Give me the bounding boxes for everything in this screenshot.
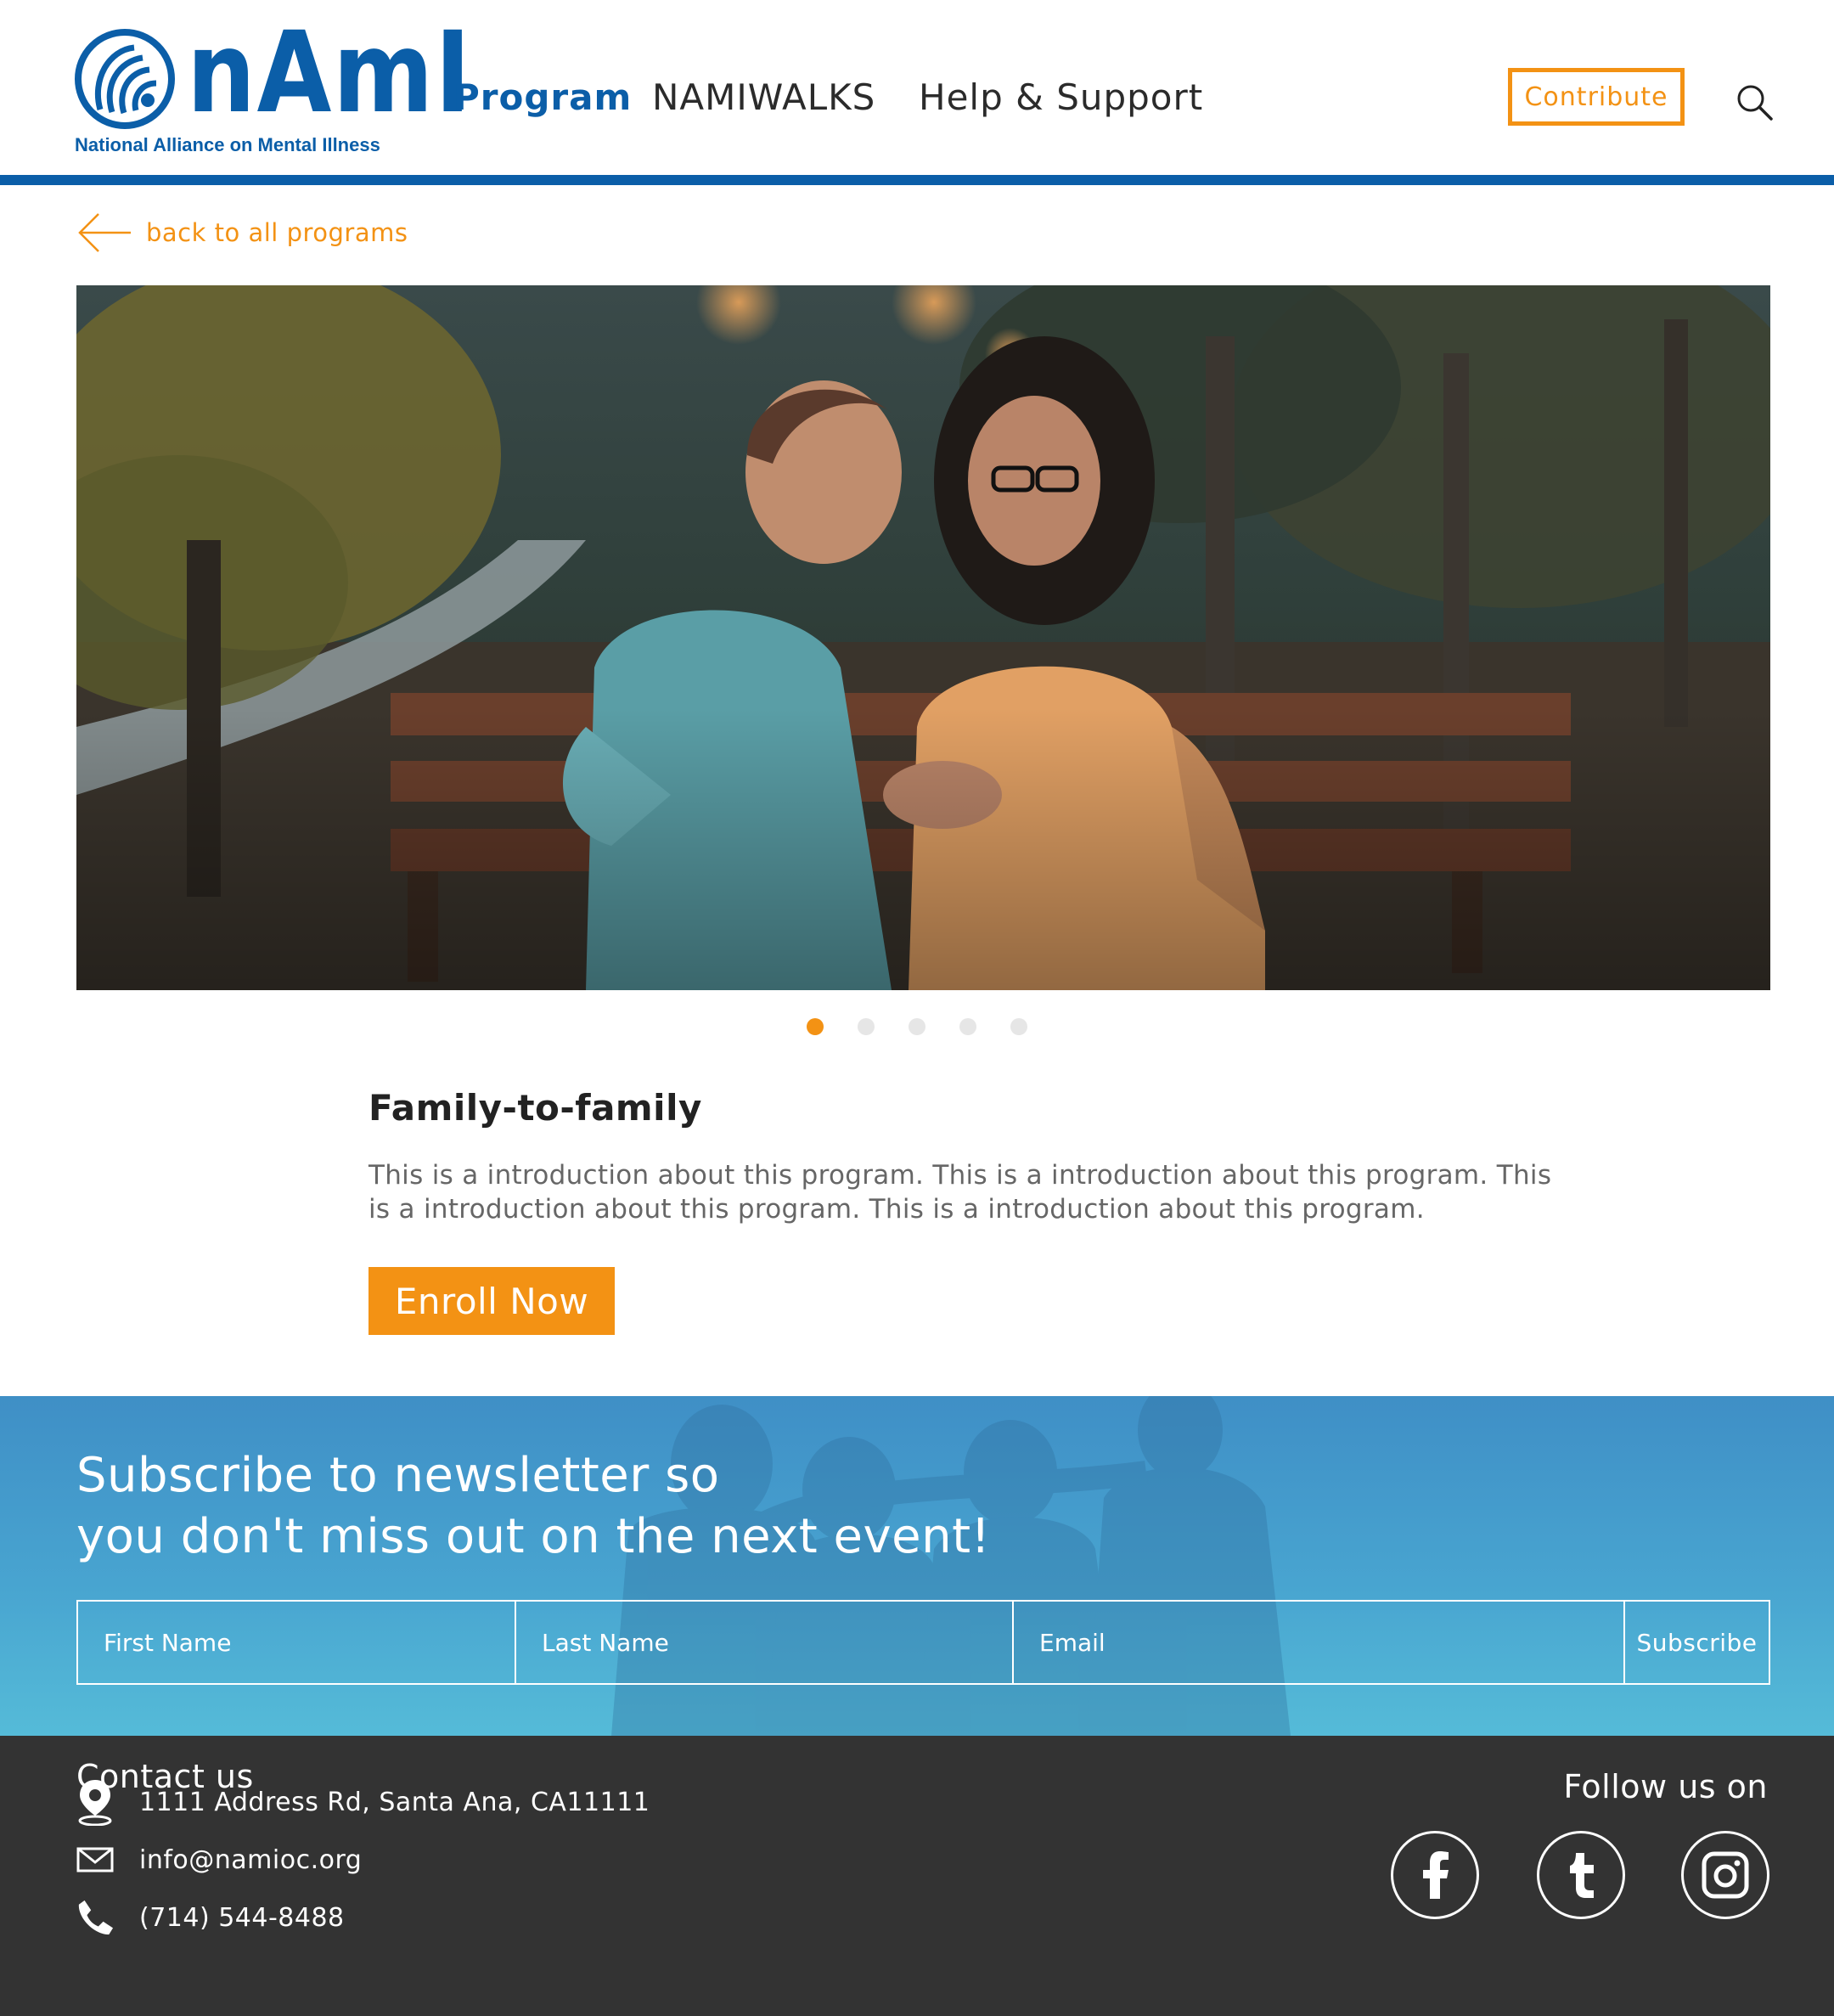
facebook-icon [1423,1851,1449,1899]
nav-item-program[interactable]: Program [453,76,632,118]
carousel-dot-1[interactable] [807,1018,824,1035]
subscribe-button[interactable]: Subscribe [1625,1602,1769,1683]
carousel-dot-5[interactable] [1010,1018,1027,1035]
enroll-now-button[interactable]: Enroll Now [368,1267,615,1335]
site-header: nAmI National Alliance on Mental Illness… [0,0,1834,175]
first-name-input[interactable] [104,1628,515,1657]
nami-logo-mark-icon [75,29,175,129]
last-name-field-wrap [516,1602,1014,1683]
hero-photo-illustration [76,285,1770,990]
first-name-field-wrap [78,1602,516,1683]
back-to-programs-link[interactable]: back to all programs [76,211,408,255]
logo-wordmark: nAmI [187,8,473,138]
carousel-dot-2[interactable] [858,1018,875,1035]
location-pin-icon [78,1780,112,1826]
newsletter-section: Subscribe to newsletter so you don't mis… [0,1396,1834,1736]
search-icon[interactable] [1736,83,1773,121]
contact-phone[interactable]: (714) 544-8488 [76,1894,345,1941]
address-text: 1111 Address Rd, Santa Ana, CA11111 [139,1787,650,1817]
email-text[interactable]: info@namioc.org [139,1845,362,1875]
arrow-left-icon [78,213,131,252]
program-title: Family-to-family [368,1087,702,1129]
newsletter-title: Subscribe to newsletter so you don't mis… [76,1445,990,1568]
carousel-dot-3[interactable] [909,1018,925,1035]
email-field-wrap [1014,1602,1625,1683]
contact-email[interactable]: info@namioc.org [76,1836,362,1884]
header-divider [0,175,1834,185]
phone-icon [78,1900,114,1935]
nav-item-namiwalks[interactable]: NAMIWALKS [652,76,875,118]
carousel-dot-4[interactable] [959,1018,976,1035]
instagram-link[interactable] [1681,1831,1769,1919]
newsletter-form: Subscribe [76,1600,1770,1685]
newsletter-title-line1: Subscribe to newsletter so [76,1448,720,1503]
logo-tagline: National Alliance on Mental Illness [75,134,380,155]
phone-text[interactable]: (714) 544-8488 [139,1903,345,1933]
follow-us-label: Follow us on [1563,1768,1768,1805]
back-link-label: back to all programs [146,218,408,247]
tumblr-link[interactable] [1537,1831,1625,1919]
facebook-link[interactable] [1391,1831,1479,1919]
envelope-icon [76,1847,114,1872]
newsletter-title-line2: you don't miss out on the next event! [76,1509,991,1564]
nami-logo[interactable]: nAmI National Alliance on Mental Illness [75,17,470,156]
email-input[interactable] [1039,1628,1623,1657]
tumblr-icon [1570,1853,1594,1898]
carousel-indicators [807,1018,1027,1035]
hero-image [76,285,1770,990]
program-description: This is a introduction about this progra… [368,1160,1552,1225]
contribute-button[interactable]: Contribute [1508,68,1685,126]
last-name-input[interactable] [542,1628,1012,1657]
nav-item-help-support[interactable]: Help & Support [919,76,1203,118]
instagram-icon [1702,1851,1749,1899]
contact-address: 1111 Address Rd, Santa Ana, CA11111 [76,1778,650,1826]
